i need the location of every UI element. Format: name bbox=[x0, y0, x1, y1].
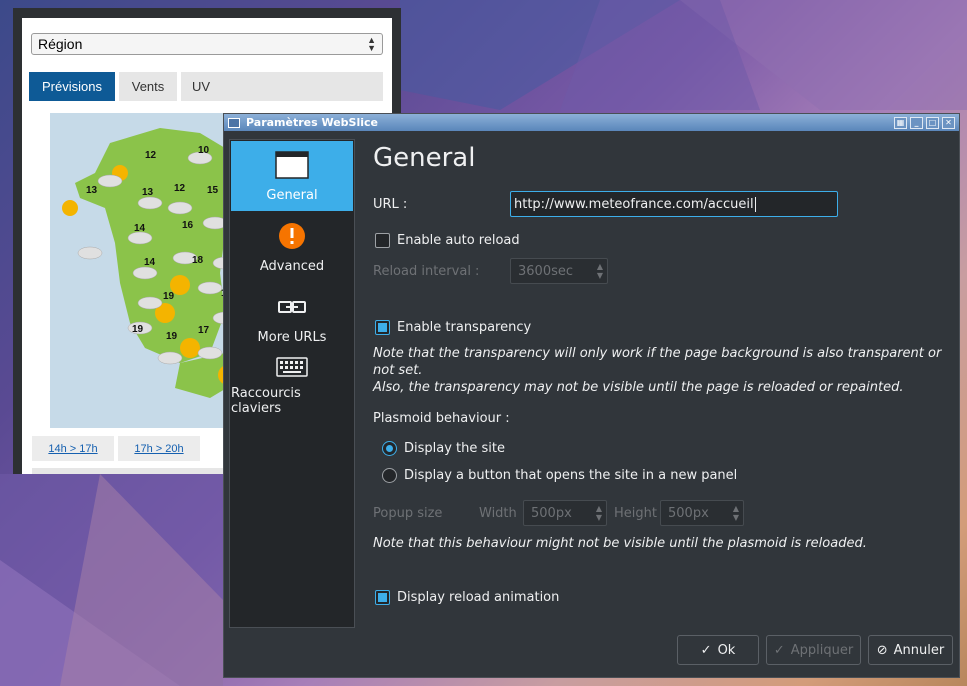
window-menu-icon[interactable] bbox=[228, 117, 240, 128]
minimize-button[interactable]: _ bbox=[910, 116, 923, 129]
width-label: Width bbox=[479, 506, 517, 521]
close-button[interactable]: ✕ bbox=[942, 116, 955, 129]
url-input[interactable]: http://www.meteofrance.com/accueil bbox=[510, 191, 838, 217]
warning-icon bbox=[278, 219, 306, 253]
width-spinbox[interactable]: 500px ▲ ▼ bbox=[523, 500, 607, 526]
sidebar-item-label: General bbox=[266, 188, 318, 203]
auto-reload-label: Enable auto reload bbox=[397, 233, 520, 248]
reload-interval-value: 3600sec bbox=[518, 263, 574, 279]
reload-animation-row[interactable]: Display reload animation bbox=[375, 590, 559, 605]
tab-uv[interactable]: UV bbox=[181, 72, 221, 101]
ok-button[interactable]: ✓ Ok bbox=[677, 635, 759, 665]
region-select-value: Région bbox=[38, 36, 83, 52]
apply-button-label: Appliquer bbox=[790, 642, 854, 658]
check-icon: ✓ bbox=[700, 642, 712, 658]
transparency-note-line-2: Also, the transparency may not be visibl… bbox=[373, 380, 904, 395]
map-temp: 10 bbox=[198, 145, 210, 156]
tab-previsions[interactable]: Prévisions bbox=[29, 72, 115, 101]
url-input-value: http://www.meteofrance.com/accueil bbox=[514, 196, 754, 212]
behaviour-note: Note that this behaviour might not be vi… bbox=[373, 536, 867, 551]
map-temp: 13 bbox=[142, 187, 154, 198]
display-button-radio[interactable] bbox=[382, 468, 397, 483]
keyboard-icon bbox=[276, 354, 308, 380]
time-link-14-17[interactable]: 14h > 17h bbox=[32, 436, 114, 461]
france-map-graphic: 13 12 10 13 13 13 12 15 14 16 18 14 18 1… bbox=[62, 117, 252, 398]
reload-interval-spinbox[interactable]: 3600sec ▲ ▼ bbox=[510, 258, 608, 284]
display-site-label: Display the site bbox=[404, 441, 505, 456]
map-temp: 13 bbox=[86, 185, 98, 196]
cancel-icon: ⊘ bbox=[876, 642, 888, 658]
sidebar-item-shortcuts[interactable]: Raccourcis claviers bbox=[231, 354, 353, 424]
window-title: Paramètres WebSlice bbox=[246, 116, 378, 129]
url-label: URL : bbox=[373, 197, 408, 212]
spin-arrows-icon[interactable]: ▲ ▼ bbox=[596, 504, 602, 522]
height-value: 500px bbox=[668, 505, 709, 521]
settings-content: General URL : http://www.meteofrance.com… bbox=[373, 139, 958, 639]
page-title: General bbox=[373, 143, 476, 173]
transparency-note-line-1: Note that the transparency will only wor… bbox=[373, 346, 942, 378]
check-icon: ✓ bbox=[773, 642, 785, 658]
map-temp: 14 bbox=[134, 223, 146, 234]
display-site-row[interactable]: Display the site bbox=[382, 441, 505, 456]
auto-reload-row[interactable]: Enable auto reload bbox=[375, 233, 520, 248]
updown-icon: ▲ ▼ bbox=[367, 35, 376, 53]
sidebar-item-general[interactable]: General bbox=[231, 141, 353, 211]
region-select[interactable]: Région ▲ ▼ bbox=[31, 33, 383, 55]
map-temp: 19 bbox=[163, 291, 175, 302]
apply-button[interactable]: ✓ Appliquer bbox=[766, 635, 861, 665]
time-link-17-20[interactable]: 17h > 20h bbox=[118, 436, 200, 461]
transparency-label: Enable transparency bbox=[397, 320, 532, 335]
transparency-checkbox[interactable] bbox=[375, 320, 390, 335]
map-temp: 19 bbox=[132, 324, 144, 335]
display-button-row[interactable]: Display a button that opens the site in … bbox=[382, 468, 737, 483]
time-links: 14h > 17h 17h > 20h bbox=[32, 436, 200, 461]
map-temp: 17 bbox=[198, 325, 210, 336]
map-temp: 18 bbox=[192, 255, 204, 266]
plasmoid-label: Plasmoid behaviour : bbox=[373, 411, 510, 426]
map-temp: 19 bbox=[166, 331, 178, 342]
ok-button-label: Ok bbox=[717, 642, 736, 658]
popup-size-label: Popup size bbox=[373, 506, 443, 521]
titlebar[interactable]: Paramètres WebSlice ▦ _ □ ✕ bbox=[224, 114, 959, 131]
forecast-tabs: Prévisions Vents UV bbox=[29, 72, 383, 101]
spin-arrows-icon[interactable]: ▲ ▼ bbox=[733, 504, 739, 522]
maximize-button[interactable]: □ bbox=[926, 116, 939, 129]
transparency-row[interactable]: Enable transparency bbox=[375, 320, 531, 335]
settings-sidebar: General Advanced More URLs Raccourcis cl… bbox=[229, 139, 355, 628]
text-cursor bbox=[754, 196, 756, 212]
reload-animation-checkbox[interactable] bbox=[375, 590, 390, 605]
sidebar-item-label: More URLs bbox=[257, 330, 327, 345]
map-temp: 16 bbox=[182, 220, 194, 231]
sidebar-item-advanced[interactable]: Advanced bbox=[231, 212, 353, 282]
window-icon bbox=[275, 148, 309, 182]
tab-vents[interactable]: Vents bbox=[119, 72, 177, 101]
display-button-label: Display a button that opens the site in … bbox=[404, 468, 738, 483]
keep-above-button[interactable]: ▦ bbox=[894, 116, 907, 129]
display-site-radio[interactable] bbox=[382, 441, 397, 456]
reload-animation-label: Display reload animation bbox=[397, 590, 560, 605]
height-label: Height bbox=[614, 506, 657, 521]
map-temp: 12 bbox=[174, 183, 186, 194]
auto-reload-checkbox[interactable] bbox=[375, 233, 390, 248]
weather-map[interactable]: 13 12 10 13 13 13 12 15 14 16 18 14 18 1… bbox=[50, 113, 252, 428]
map-temp: 15 bbox=[207, 185, 219, 196]
settings-dialog: Paramètres WebSlice ▦ _ □ ✕ General Adva… bbox=[223, 113, 960, 678]
map-temp: 14 bbox=[144, 257, 156, 268]
sidebar-item-label: Advanced bbox=[259, 259, 325, 274]
reload-interval-label: Reload interval : bbox=[373, 264, 480, 279]
height-spinbox[interactable]: 500px ▲ ▼ bbox=[660, 500, 744, 526]
link-icon bbox=[277, 290, 307, 324]
map-temp: 12 bbox=[145, 150, 157, 161]
cancel-button[interactable]: ⊘ Annuler bbox=[868, 635, 953, 665]
sidebar-item-more-urls[interactable]: More URLs bbox=[231, 283, 353, 353]
width-value: 500px bbox=[531, 505, 572, 521]
spin-arrows-icon[interactable]: ▲ ▼ bbox=[597, 262, 603, 280]
sidebar-item-label: Raccourcis claviers bbox=[231, 386, 301, 416]
cancel-button-label: Annuler bbox=[893, 642, 945, 658]
transparency-note: Note that the transparency will only wor… bbox=[373, 345, 963, 396]
